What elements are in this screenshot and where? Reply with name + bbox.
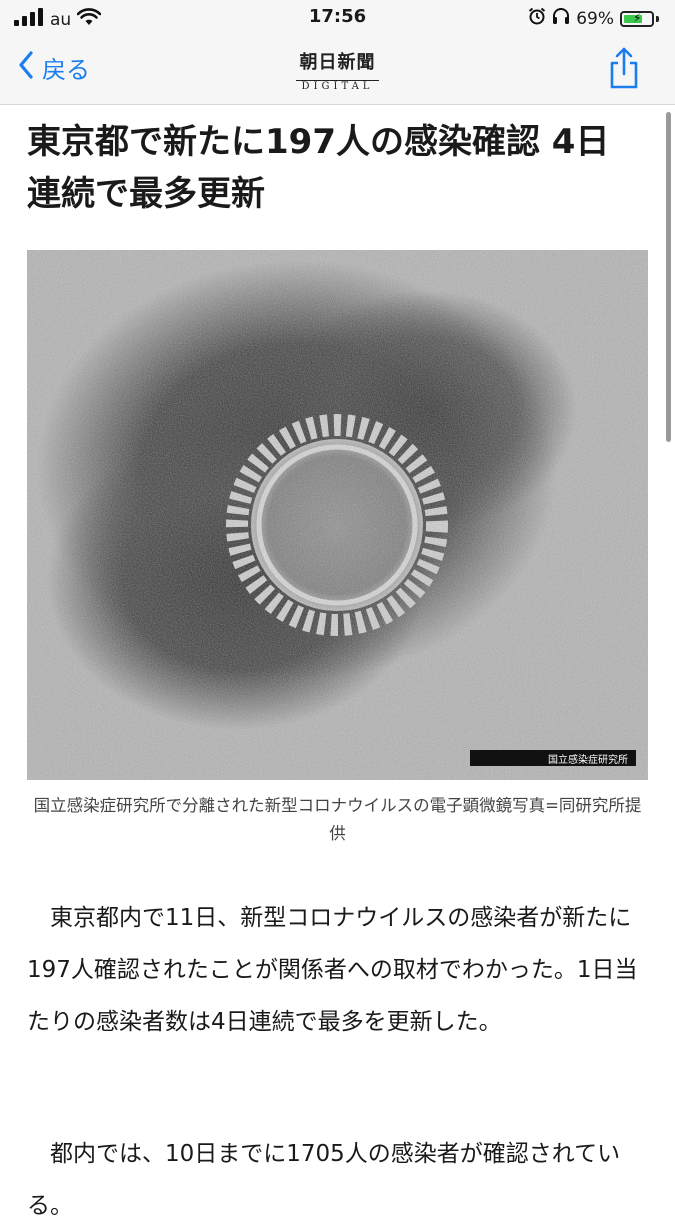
article-paragraph: 東京都内で11日、新型コロナウイルスの感染者が新たに197人確認されたことが関係… [27,905,638,1035]
status-right: 69% ⚡ [528,7,659,30]
image-credit-text: 国立感染症研究所 [548,754,628,766]
scroll-indicator[interactable] [666,112,671,442]
image-credit: 国立感染症研究所 [470,750,636,766]
alarm-icon [528,7,546,30]
electron-micrograph-image [27,250,648,780]
battery-percent: 69% [576,8,614,29]
share-button[interactable] [607,46,641,94]
article-title: 東京都で新たに197人の感染確認 4日連続で最多更新 [27,122,610,214]
headphones-icon [552,7,570,30]
charging-bolt-icon: ⚡ [633,10,642,25]
logo-sub: DIGITAL [295,80,380,92]
article-paragraph: 都内では、10日までに1705人の感染者が確認されている。 [27,1141,621,1219]
logo-main: 朝日新聞 [299,52,376,73]
battery-icon: ⚡ [620,10,654,27]
publication-logo: 朝日新聞 DIGITAL [0,48,675,93]
photo-caption: 国立感染症研究所で分離された新型コロナウイルスの電子顕微鏡写真=同研究所提供 [33,796,642,843]
share-icon [607,47,641,94]
battery-cap [656,15,659,22]
status-bar: au 17:56 69% ⚡ [0,0,675,36]
article-photo[interactable]: 国立感染症研究所 [27,250,648,780]
nav-bar: 戻る 朝日新聞 DIGITAL [0,36,675,105]
